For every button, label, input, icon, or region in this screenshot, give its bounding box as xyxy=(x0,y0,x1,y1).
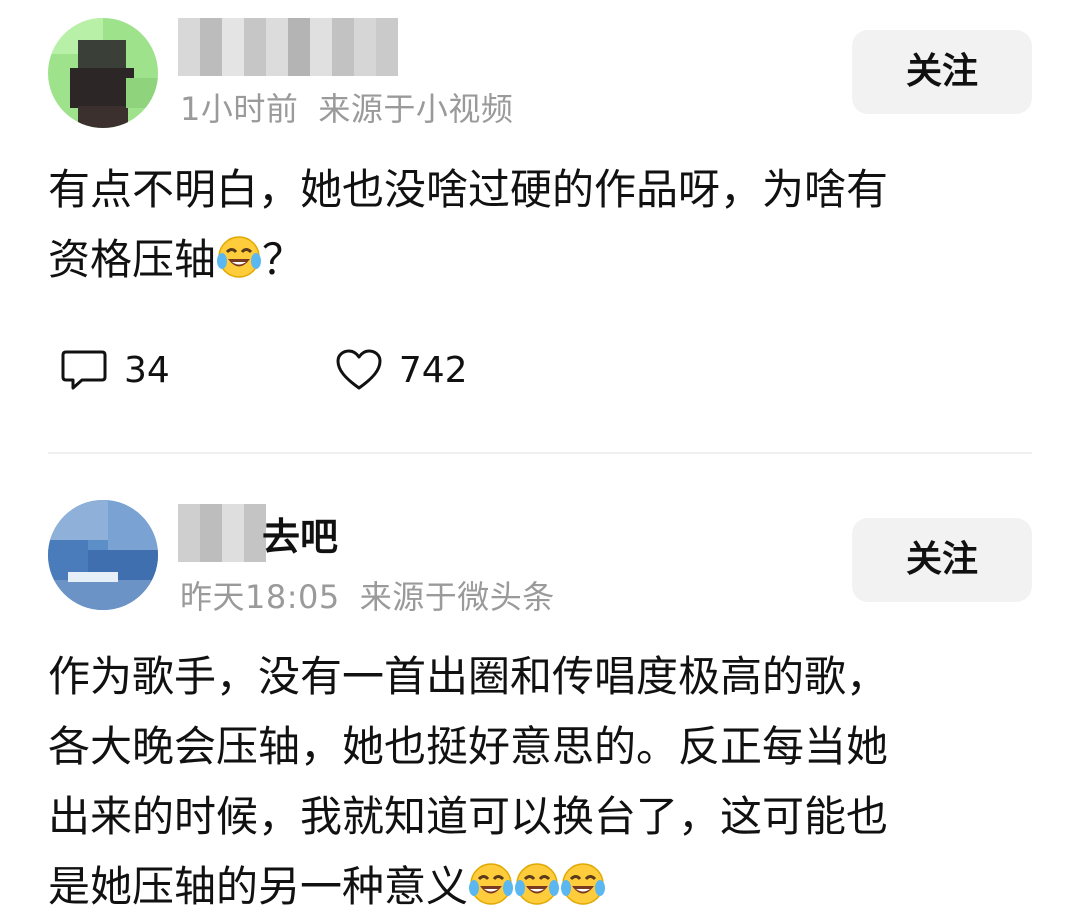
comment-meta: 1小时前 来源于小视频 xyxy=(180,84,513,130)
comment-meta: 昨天18:05 来源于微头条 xyxy=(180,572,555,618)
username-visible-part[interactable]: 去吧 xyxy=(262,506,338,561)
source-label: 来源于小视频 xyxy=(318,90,514,128)
like-count: 742 xyxy=(398,349,468,391)
reply-count: 34 xyxy=(124,349,170,391)
avatar-image xyxy=(48,18,158,128)
comment-text: 作为歌手，没有一首出圈和传唱度极高的歌， 各大晚会压轴，她也挺好意思的。反正每当… xyxy=(48,642,1033,922)
avatar[interactable] xyxy=(48,18,158,128)
timestamp: 1小时前 xyxy=(180,90,299,128)
avatar[interactable] xyxy=(48,500,158,610)
like-action[interactable]: 742 xyxy=(335,348,468,392)
laugh-cry-emoji-icon xyxy=(561,863,606,905)
comment-actions: 34 742 xyxy=(60,345,468,395)
comment-card: 去吧 昨天18:05 来源于微头条 关注 作为歌手，没有一首出圈和传唱度极高的歌，… xyxy=(0,452,1080,911)
comment-card: 1小时前 来源于小视频 关注 有点不明白，她也没啥过硬的作品呀，为啥有 资格压轴？… xyxy=(0,0,1080,450)
source-label: 来源于微头条 xyxy=(359,578,555,616)
heart-outline-icon xyxy=(336,349,382,390)
follow-button[interactable]: 关注 xyxy=(852,30,1032,114)
timestamp: 昨天18:05 xyxy=(180,578,340,616)
laugh-cry-emoji-icon xyxy=(217,236,262,278)
laugh-cry-emoji-icon xyxy=(469,863,514,905)
comment-bubble-icon xyxy=(61,350,107,390)
comment-body: 有点不明白，她也没啥过硬的作品呀，为啥有 资格压轴 xyxy=(48,165,889,284)
reply-action[interactable]: 34 xyxy=(60,348,170,392)
comment-text: 有点不明白，她也没啥过硬的作品呀，为啥有 资格压轴？ xyxy=(48,155,1033,295)
comment-tail: ？ xyxy=(262,235,305,284)
laugh-cry-emoji-icon xyxy=(515,863,560,905)
avatar-image xyxy=(48,500,158,610)
username-blurred[interactable] xyxy=(178,18,418,76)
follow-button[interactable]: 关注 xyxy=(852,518,1032,602)
